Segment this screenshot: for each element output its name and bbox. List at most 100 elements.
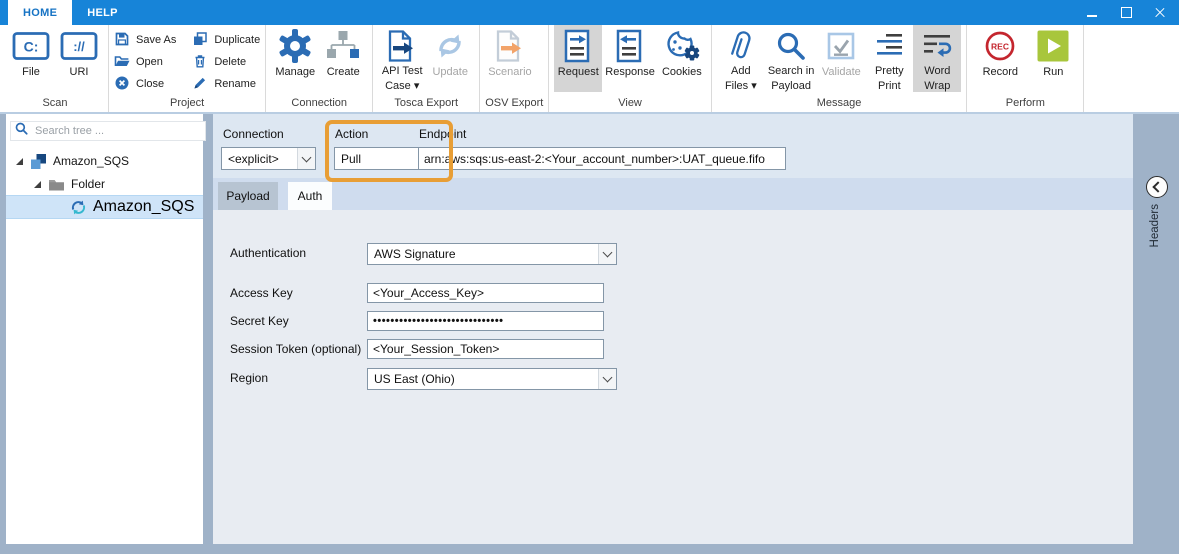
- open-label: Open: [136, 56, 163, 68]
- authentication-dropdown[interactable]: AWS Signature: [367, 243, 617, 265]
- add-files-button[interactable]: Add Files ▾: [717, 25, 765, 92]
- svg-text:://: ://: [73, 39, 85, 54]
- rename-icon: [192, 75, 208, 94]
- sync-icon: [70, 199, 87, 216]
- manage-label: Manage: [275, 66, 315, 78]
- ribbon-group-view: Request Response Cookies View: [549, 25, 712, 112]
- session-token-input[interactable]: [367, 339, 604, 359]
- expander-icon[interactable]: [16, 158, 23, 165]
- word-wrap-label-1: Word: [924, 65, 950, 77]
- file-button-label: File: [22, 66, 40, 78]
- ribbon-group-tosca-export: API Test Case ▾ Update Tosca Export: [373, 25, 480, 112]
- cookie-icon: [664, 28, 700, 64]
- response-document-icon: [615, 28, 645, 64]
- update-button[interactable]: Update: [426, 25, 474, 92]
- chevron-down-icon[interactable]: [598, 369, 616, 389]
- ribbon-tab-home[interactable]: HOME: [8, 0, 72, 25]
- document-arrow-icon: [385, 28, 419, 63]
- create-button[interactable]: Create: [319, 25, 367, 92]
- chevron-down-icon[interactable]: [598, 244, 616, 264]
- group-label-view: View: [554, 97, 706, 112]
- run-play-icon: [1036, 28, 1070, 64]
- rename-button[interactable]: Rename: [192, 73, 260, 95]
- tree-search-input[interactable]: [33, 124, 201, 138]
- document-orange-arrow-icon: [493, 28, 527, 64]
- close-button[interactable]: [1143, 0, 1177, 25]
- scenario-button[interactable]: Scenario: [485, 25, 534, 92]
- duplicate-button[interactable]: Duplicate: [192, 29, 260, 51]
- group-label-project: Project: [114, 97, 260, 112]
- save-as-button[interactable]: Save As: [114, 29, 176, 51]
- ribbon-group-perform: REC Record Run Perform: [967, 25, 1084, 112]
- pretty-print-button[interactable]: Pretty Print: [865, 25, 913, 92]
- maximize-icon: [1121, 7, 1132, 18]
- run-button[interactable]: Run: [1028, 25, 1078, 92]
- request-editor-panel: Connection <explicit> Action Pull Endpoi…: [213, 114, 1133, 544]
- manage-button[interactable]: Manage: [271, 25, 319, 92]
- group-label-perform: Perform: [972, 97, 1078, 112]
- connection-dropdown[interactable]: <explicit>: [221, 147, 316, 170]
- secret-key-input[interactable]: [367, 311, 604, 331]
- close-icon: [1154, 7, 1166, 19]
- search-icon: [775, 28, 807, 63]
- record-button[interactable]: REC Record: [972, 25, 1028, 92]
- duplicate-label: Duplicate: [214, 34, 260, 46]
- record-label: Record: [983, 66, 1018, 78]
- endpoint-label: Endpoint: [419, 127, 466, 141]
- payload-auth-tabstrip: Payload Auth: [213, 178, 1133, 210]
- request-header-bar: Connection <explicit> Action Pull Endpoi…: [213, 114, 1133, 178]
- svg-text:REC: REC: [991, 42, 1009, 52]
- ribbon-group-project: Save As Duplicate Open Delete: [109, 25, 266, 112]
- tree-node-folder[interactable]: Folder: [34, 173, 105, 195]
- group-label-tosca-export: Tosca Export: [378, 97, 474, 112]
- file-icon: C:: [12, 28, 50, 64]
- close-project-label: Close: [136, 78, 164, 90]
- word-wrap-label-2: Wrap: [924, 80, 950, 92]
- action-value: Pull: [335, 148, 419, 169]
- ribbon-tab-help[interactable]: HELP: [72, 0, 133, 25]
- headers-panel-toggle-button[interactable]: [1146, 176, 1168, 198]
- api-test-case-button[interactable]: API Test Case ▾: [378, 25, 426, 92]
- request-button[interactable]: Request: [554, 25, 602, 92]
- headers-panel-tab[interactable]: Headers: [1149, 204, 1161, 247]
- region-value: US East (Ohio): [368, 369, 598, 389]
- expander-icon[interactable]: [34, 181, 41, 188]
- tree-search-box[interactable]: [10, 121, 206, 141]
- region-dropdown[interactable]: US East (Ohio): [367, 368, 617, 390]
- cookies-button[interactable]: Cookies: [658, 25, 706, 92]
- tree-node-module-selected[interactable]: Amazon_SQS: [6, 195, 203, 219]
- open-icon: [114, 53, 130, 72]
- region-label: Region: [230, 371, 268, 385]
- word-wrap-button[interactable]: Word Wrap: [913, 25, 961, 92]
- response-label: Response: [605, 66, 655, 78]
- authentication-value: AWS Signature: [368, 244, 598, 264]
- validate-button[interactable]: Validate: [817, 25, 865, 92]
- uri-button[interactable]: :// URI: [55, 25, 103, 92]
- access-key-input[interactable]: [367, 283, 604, 303]
- maximize-button[interactable]: [1109, 0, 1143, 25]
- search-in-payload-button[interactable]: Search in Payload: [765, 25, 817, 92]
- window-controls: [1075, 0, 1177, 25]
- tab-auth[interactable]: Auth: [288, 182, 332, 210]
- response-button[interactable]: Response: [602, 25, 658, 92]
- file-button[interactable]: C: File: [7, 25, 55, 92]
- update-label: Update: [432, 66, 467, 78]
- ribbon-group-scan: C: File :// URI Scan: [2, 25, 109, 112]
- tree-node-root-label: Amazon_SQS: [53, 154, 129, 168]
- save-as-icon: [114, 31, 130, 50]
- title-bar: HOME HELP: [0, 0, 1179, 25]
- close-project-button[interactable]: Close: [114, 73, 176, 95]
- svg-text:C:: C:: [24, 39, 39, 55]
- tree-node-root[interactable]: Amazon_SQS: [16, 150, 129, 172]
- tab-payload[interactable]: Payload: [218, 182, 278, 210]
- open-button[interactable]: Open: [114, 51, 176, 73]
- endpoint-input[interactable]: [418, 147, 786, 170]
- delete-icon: [192, 53, 208, 72]
- chevron-down-icon[interactable]: [297, 148, 315, 169]
- minimize-button[interactable]: [1075, 0, 1109, 25]
- record-icon: REC: [983, 28, 1017, 64]
- rename-label: Rename: [214, 78, 256, 90]
- folder-icon: [48, 177, 65, 192]
- connection-label: Connection: [223, 127, 284, 141]
- delete-button[interactable]: Delete: [192, 51, 260, 73]
